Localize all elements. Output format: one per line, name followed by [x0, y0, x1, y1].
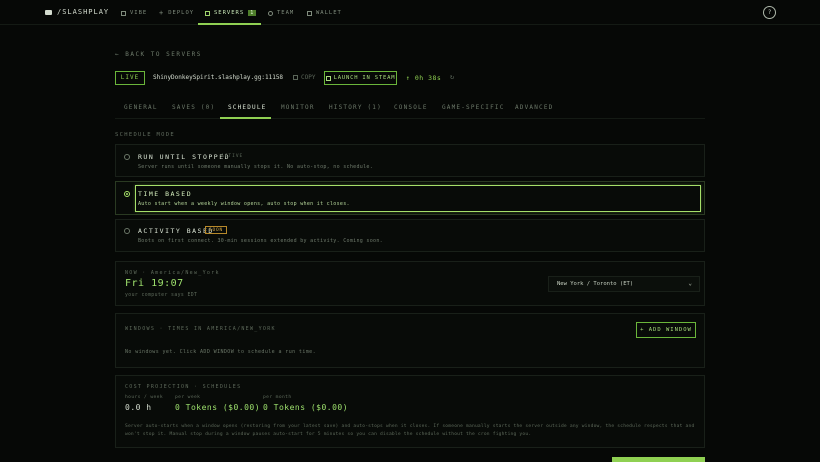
- servers-count-badge: 1: [248, 10, 257, 16]
- uptime: ↑ 0h 38s: [406, 74, 442, 82]
- cost-value: 0.0 h: [125, 403, 152, 412]
- cost-per-week: per week 0 Tokens ($0.00): [175, 395, 260, 412]
- copy-icon: [293, 75, 298, 80]
- server-host: ShinyDonkeySpirit.slashplay.gg:11158: [153, 74, 284, 81]
- current-time: Fri 19:07: [125, 278, 184, 289]
- mode-title: TIME BASED: [138, 190, 193, 198]
- mode-description: Server runs until someone manually stops…: [138, 164, 374, 170]
- soon-badge: SOON: [205, 226, 228, 234]
- radio-button[interactable]: [124, 154, 130, 160]
- empty-state-text: No windows yet. Click ADD WINDOW to sche…: [125, 349, 316, 355]
- top-nav: /SLASHPLAY VIBE + DEPLOY SERVERS 1 TEAM …: [0, 0, 820, 25]
- nav-item-label: SERVERS: [214, 10, 245, 16]
- launch-label: LAUNCH IN STEAM: [333, 75, 396, 81]
- copy-button[interactable]: COPY: [293, 74, 315, 81]
- refresh-icon[interactable]: ↻: [450, 73, 454, 81]
- nav-item-label: TEAM: [277, 10, 295, 16]
- nav-item-label: VIBE: [130, 10, 148, 16]
- mode-title: RUN UNTIL STOPPED: [138, 153, 231, 161]
- nav-item-vibe[interactable]: VIBE: [121, 8, 147, 18]
- status-badge: LIVE: [115, 71, 145, 85]
- timezone-value: New York / Toronto (ET): [557, 281, 634, 287]
- brand[interactable]: /SLASHPLAY: [45, 8, 109, 16]
- logo-icon: [45, 9, 52, 15]
- cost-value: 0 Tokens ($0.00): [175, 403, 261, 412]
- tab-monitor[interactable]: MONITOR: [281, 104, 315, 111]
- nav-item-label: DEPLOY: [168, 10, 195, 16]
- brand-name: /SLASHPLAY: [57, 8, 110, 16]
- cost-per-month: per month 0 Tokens ($0.00): [263, 395, 348, 412]
- now-panel: NOW · America/New_York Fri 19:07 your co…: [115, 261, 705, 306]
- mode-option-run-until-stopped[interactable]: RUN UNTIL STOPPED ACTIVE Server runs unt…: [115, 144, 705, 177]
- nav-item-label: WALLET: [316, 10, 342, 16]
- launch-in-steam-button[interactable]: LAUNCH IN STEAM: [324, 71, 397, 85]
- user-circle-icon[interactable]: ?: [763, 6, 776, 19]
- radio-button[interactable]: [124, 228, 130, 234]
- selected-outline: [135, 185, 701, 212]
- tab-schedule[interactable]: SCHEDULE: [228, 104, 267, 111]
- cost-header: per week: [175, 395, 201, 400]
- tab-active-indicator: [220, 117, 271, 119]
- active-tag: ACTIVE: [221, 154, 244, 159]
- tab-console[interactable]: CONSOLE: [394, 104, 428, 111]
- back-to-servers-link[interactable]: ← BACK TO SERVERS: [115, 51, 202, 58]
- nav-active-indicator: [198, 23, 261, 25]
- schedule-mode-label: SCHEDULE MODE: [115, 132, 175, 138]
- tab-saves[interactable]: SAVES (0): [172, 104, 215, 111]
- cost-header: per month: [263, 395, 292, 400]
- wrench-icon: [205, 10, 210, 16]
- mode-option-time-based[interactable]: TIME BASED Auto start when a weekly wind…: [115, 181, 705, 215]
- cost-projection-panel: COST PROJECTION · SCHEDULES hours / week…: [115, 375, 705, 448]
- add-window-button[interactable]: + ADD WINDOW: [636, 322, 696, 338]
- windows-label: WINDOWS · TIMES IN AMERICA/NEW_YORK: [125, 326, 276, 332]
- radio-button[interactable]: [124, 191, 130, 197]
- external-link-icon: [325, 75, 331, 81]
- cost-projection-label: COST PROJECTION · SCHEDULES: [125, 384, 242, 390]
- nav-item-team[interactable]: TEAM: [268, 8, 294, 18]
- nav-item-wallet[interactable]: WALLET: [307, 8, 342, 18]
- grid-icon: [121, 10, 126, 16]
- tab-general[interactable]: GENERAL: [124, 104, 158, 111]
- chevron-down-icon: ⌄: [688, 280, 692, 287]
- cost-header: hours / week: [125, 395, 163, 400]
- timezone-hint: your computer says EDT: [125, 293, 198, 298]
- windows-panel: WINDOWS · TIMES IN AMERICA/NEW_YORK + AD…: [115, 313, 705, 368]
- copy-label: COPY: [301, 74, 316, 81]
- tab-divider: [115, 118, 705, 119]
- timezone-select[interactable]: New York / Toronto (ET) ⌄: [548, 276, 700, 292]
- mode-description: Boots on first connect. 30-min sessions …: [138, 238, 383, 244]
- profile-initial: ?: [767, 9, 772, 16]
- wallet-icon: [307, 10, 312, 16]
- nav-item-servers[interactable]: SERVERS 1: [205, 8, 257, 18]
- now-label: NOW · America/New_York: [125, 270, 220, 276]
- cost-note: Server auto-starts when a window opens (…: [125, 424, 695, 437]
- plus-icon: +: [159, 9, 165, 17]
- mode-description: Auto start when a weekly window opens, a…: [138, 201, 350, 207]
- cost-value: 0 Tokens ($0.00): [263, 403, 349, 412]
- save-button[interactable]: [612, 457, 705, 462]
- tab-advanced[interactable]: ADVANCED: [515, 104, 554, 111]
- nav-item-deploy[interactable]: + DEPLOY: [159, 8, 194, 18]
- tab-history[interactable]: HISTORY (1): [329, 104, 382, 111]
- tab-game-specific[interactable]: GAME-SPECIFIC: [442, 104, 505, 111]
- mode-option-activity-based[interactable]: ACTIVITY BASED SOON Boots on first conne…: [115, 219, 705, 252]
- hours-per-week: hours / week 0.0 h: [125, 395, 163, 412]
- mode-title: ACTIVITY BASED: [138, 227, 214, 235]
- users-icon: [268, 10, 273, 16]
